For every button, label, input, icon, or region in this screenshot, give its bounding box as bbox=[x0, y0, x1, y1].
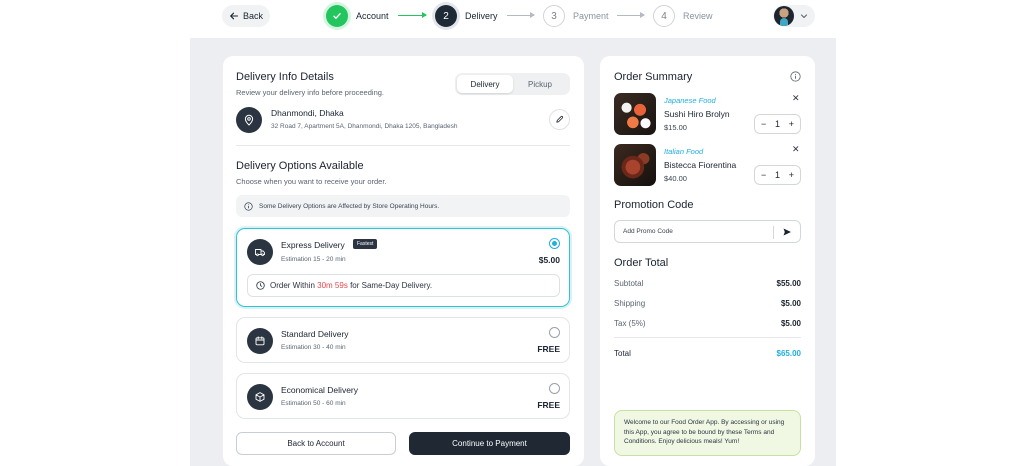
step-delivery[interactable]: 2 Delivery bbox=[435, 5, 498, 27]
send-icon[interactable] bbox=[782, 227, 792, 237]
terms-notice: Welcome to our Food Order App. By access… bbox=[614, 410, 801, 456]
info-icon[interactable] bbox=[790, 71, 801, 82]
step-label: Account bbox=[356, 11, 389, 21]
option-estimation: Estimation 50 - 60 min bbox=[281, 400, 346, 407]
increment-button[interactable]: + bbox=[789, 170, 794, 180]
option-standard-delivery[interactable]: Standard Delivery Estimation 30 - 40 min… bbox=[236, 317, 570, 363]
step-number: 2 bbox=[435, 5, 457, 27]
back-to-account-button[interactable]: Back to Account bbox=[236, 432, 396, 455]
same-day-timer: Order Within 30m 59s for Same-Day Delive… bbox=[247, 274, 560, 297]
order-summary-title: Order Summary bbox=[614, 71, 693, 83]
chevron-down-icon bbox=[800, 14, 808, 19]
decrement-button[interactable]: − bbox=[761, 119, 766, 129]
timer-value: 30m 59s bbox=[317, 281, 348, 290]
tab-delivery[interactable]: Delivery bbox=[457, 75, 513, 93]
decrement-button[interactable]: − bbox=[761, 170, 766, 180]
fastest-badge: Fastest bbox=[353, 239, 378, 249]
option-price: FREE bbox=[537, 344, 560, 354]
quantity-value: 1 bbox=[774, 170, 780, 180]
address-name: Dhanmondi, Dhaka bbox=[271, 108, 344, 118]
timer-suffix: for Same-Day Delivery. bbox=[350, 281, 433, 290]
pencil-icon bbox=[556, 115, 564, 123]
step-arrow bbox=[398, 12, 427, 18]
food-price: $15.00 bbox=[664, 123, 687, 132]
shipping-value: $5.00 bbox=[780, 299, 801, 308]
avatar bbox=[774, 6, 794, 26]
tax-value: $5.00 bbox=[780, 319, 801, 328]
remove-item-icon[interactable]: ✕ bbox=[792, 144, 800, 155]
divider bbox=[614, 337, 801, 338]
address-line: 32 Road 7, Apartment 5A, Dhanmondi, Dhak… bbox=[271, 123, 458, 130]
food-name: Sushi Hiro Brolyn bbox=[664, 109, 730, 119]
delivery-info-title: Delivery Info Details bbox=[236, 71, 334, 83]
divider bbox=[773, 226, 774, 239]
sushi-image bbox=[614, 93, 656, 135]
food-category: Japanese Food bbox=[664, 96, 716, 105]
option-price: FREE bbox=[537, 400, 560, 410]
delivery-mode-toggle: Delivery Pickup bbox=[455, 73, 570, 95]
step-payment[interactable]: 3 Payment bbox=[543, 5, 609, 27]
subtotal-value: $55.00 bbox=[776, 279, 801, 288]
back-button[interactable]: Back bbox=[222, 5, 270, 27]
total-value: $65.00 bbox=[776, 349, 801, 358]
box-icon bbox=[247, 384, 273, 410]
option-economical-delivery[interactable]: Economical Delivery Estimation 50 - 60 m… bbox=[236, 373, 570, 419]
option-price: $5.00 bbox=[538, 255, 560, 265]
promo-code-input[interactable]: Add Promo Code bbox=[614, 220, 801, 243]
operating-hours-notice: Some Delivery Options are Affected by St… bbox=[236, 195, 570, 217]
timer-prefix: Order Within bbox=[270, 281, 315, 290]
option-radio[interactable] bbox=[549, 238, 560, 249]
step-account[interactable]: Account bbox=[326, 5, 389, 27]
step-label: Payment bbox=[573, 11, 609, 21]
check-icon bbox=[326, 5, 348, 27]
continue-to-payment-button[interactable]: Continue to Payment bbox=[409, 432, 570, 455]
option-name: Express Delivery bbox=[281, 240, 345, 250]
option-estimation: Estimation 15 - 20 min bbox=[281, 256, 346, 263]
notice-text: Some Delivery Options are Affected by St… bbox=[259, 202, 440, 210]
increment-button[interactable]: + bbox=[789, 119, 794, 129]
truck-icon bbox=[247, 239, 273, 265]
food-price: $40.00 bbox=[664, 174, 687, 183]
promo-placeholder: Add Promo Code bbox=[623, 228, 673, 235]
delivery-options-title: Delivery Options Available bbox=[236, 160, 364, 172]
step-number: 3 bbox=[543, 5, 565, 27]
arrow-left-icon bbox=[230, 12, 239, 20]
edit-address-button[interactable] bbox=[549, 109, 570, 130]
shipping-label: Shipping bbox=[614, 299, 646, 308]
option-name: Economical Delivery bbox=[281, 385, 358, 395]
back-label: Back bbox=[242, 11, 263, 21]
step-number: 4 bbox=[653, 5, 675, 27]
tax-label: Tax (5%) bbox=[614, 319, 646, 328]
divider bbox=[236, 145, 570, 146]
location-pin-icon bbox=[236, 107, 262, 133]
steak-image bbox=[614, 144, 656, 186]
step-review[interactable]: 4 Review bbox=[653, 5, 713, 27]
step-label: Review bbox=[683, 11, 713, 21]
quantity-stepper: − 1 + bbox=[754, 165, 801, 185]
food-name: Bistecca Fiorentina bbox=[664, 160, 737, 170]
remove-item-icon[interactable]: ✕ bbox=[792, 93, 800, 104]
option-estimation: Estimation 30 - 40 min bbox=[281, 344, 346, 351]
profile-menu[interactable] bbox=[773, 5, 815, 27]
calendar-icon bbox=[247, 328, 273, 354]
promotion-code-title: Promotion Code bbox=[614, 199, 694, 211]
info-icon bbox=[244, 201, 253, 211]
quantity-value: 1 bbox=[774, 119, 780, 129]
top-bar: Back Account 2 Delivery 3 Payment 4 Revi… bbox=[0, 0, 1026, 36]
tab-pickup[interactable]: Pickup bbox=[512, 75, 568, 93]
order-total-title: Order Total bbox=[614, 257, 669, 269]
step-label: Delivery bbox=[465, 11, 498, 21]
option-radio[interactable] bbox=[549, 383, 560, 394]
option-radio[interactable] bbox=[549, 327, 560, 338]
quantity-stepper: − 1 + bbox=[754, 114, 801, 134]
food-category: Italian Food bbox=[664, 147, 704, 156]
clock-icon bbox=[256, 281, 265, 290]
delivery-options-subtitle: Choose when you want to receive your ord… bbox=[236, 177, 387, 186]
option-name: Standard Delivery bbox=[281, 329, 349, 339]
step-arrow bbox=[617, 12, 645, 18]
total-label: Total bbox=[614, 349, 631, 358]
delivery-info-subtitle: Review your delivery info before proceed… bbox=[236, 88, 384, 97]
step-arrow bbox=[507, 12, 535, 18]
subtotal-label: Subtotal bbox=[614, 279, 644, 288]
